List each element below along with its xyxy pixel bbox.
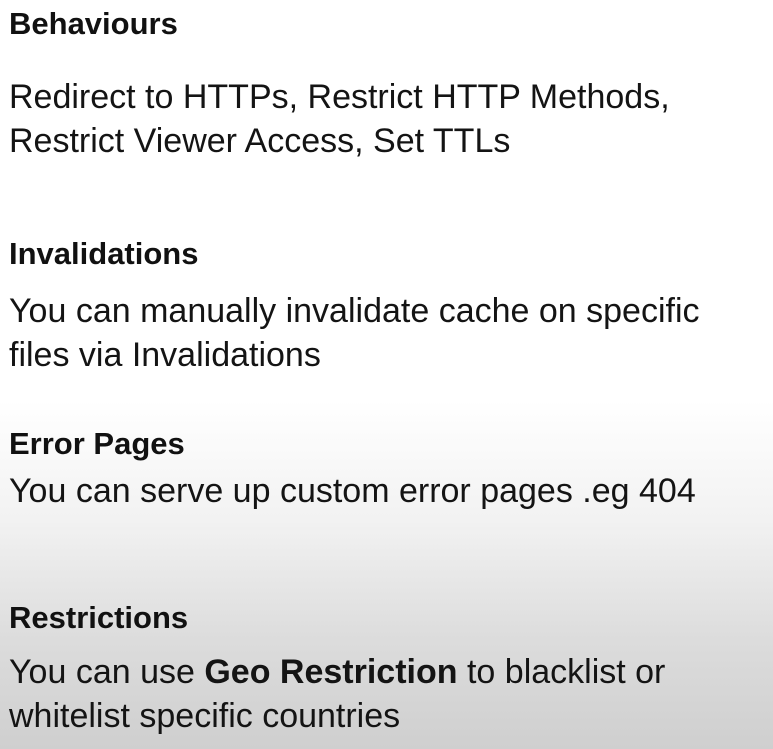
invalidations-heading: Invalidations (9, 236, 199, 271)
invalidations-section: Invalidations You can manually invalidat… (9, 236, 763, 377)
invalidations-body: You can manually invalidate cache on spe… (9, 292, 700, 374)
error-pages-section: Error Pages You can serve up custom erro… (9, 426, 763, 513)
restrictions-body-prefix: You can use (9, 653, 205, 691)
behaviours-body: Redirect to HTTPs, Restrict HTTP Methods… (9, 78, 670, 160)
restrictions-section: Restrictions You can use Geo Restriction… (9, 600, 763, 738)
error-pages-body: You can serve up custom error pages .eg … (9, 472, 696, 510)
behaviours-heading: Behaviours (9, 6, 178, 41)
behaviours-section: Behaviours Redirect to HTTPs, Restrict H… (9, 6, 763, 163)
geo-restriction-term: Geo Restriction (204, 653, 458, 691)
restrictions-heading: Restrictions (9, 600, 189, 635)
error-pages-heading: Error Pages (9, 426, 185, 461)
restrictions-body: You can use Geo Restriction to blacklist… (9, 650, 763, 738)
